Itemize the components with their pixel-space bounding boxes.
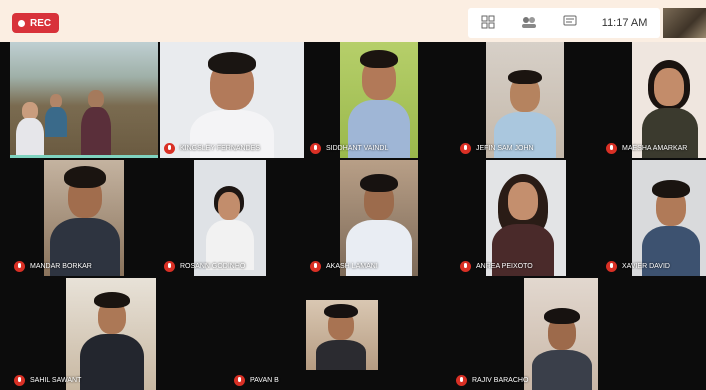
grid-icon[interactable] (481, 15, 495, 32)
muted-mic-icon (460, 261, 471, 272)
participant-tile[interactable]: ROSANN GODINHO (160, 160, 304, 276)
muted-mic-icon (606, 143, 617, 154)
muted-mic-icon (234, 375, 245, 386)
participant-name-label: PAVAN B (234, 375, 279, 386)
participant-tile[interactable]: MAESHA AMARKAR (602, 42, 706, 158)
participant-name-label: RAJIV BARACHO (456, 375, 528, 386)
muted-mic-icon (14, 261, 25, 272)
record-dot-icon (18, 19, 25, 27)
self-view-thumbnail[interactable] (663, 8, 706, 38)
muted-mic-icon (310, 143, 321, 154)
participant-name-label: XAVIER DAVID (606, 261, 670, 272)
participant-tile[interactable]: XAVIER DAVID (602, 160, 706, 276)
active-speaker-indicator (10, 155, 158, 158)
meeting-toolbar: 11:17 AM (468, 8, 660, 38)
participant-tile[interactable]: MANDAR BORKAR (10, 160, 158, 276)
participant-name-label: MAESHA AMARKAR (606, 143, 687, 154)
participant-tile[interactable]: ANREA PEIXOTO (456, 160, 600, 276)
muted-mic-icon (460, 143, 471, 154)
participants-icon[interactable] (520, 15, 538, 32)
muted-mic-icon (606, 261, 617, 272)
muted-mic-icon (164, 143, 175, 154)
participant-tile[interactable]: SIDDHANT VAINDL (306, 42, 454, 158)
muted-mic-icon (456, 375, 467, 386)
participant-name-label: SAHIL SAWANT (14, 375, 81, 386)
muted-mic-icon (14, 375, 25, 386)
recording-indicator: REC (12, 13, 60, 33)
participant-tile[interactable]: JEFIN SAM JOHN (456, 42, 600, 158)
participant-name-label: ROSANN GODINHO (164, 261, 245, 272)
participant-name-label: MANDAR BORKAR (14, 261, 92, 272)
muted-mic-icon (164, 261, 175, 272)
participant-name-label: SIDDHANT VAINDL (310, 143, 388, 154)
participant-tile[interactable]: RAJIV BARACHO (452, 278, 670, 390)
participant-name-label: ANREA PEIXOTO (460, 261, 533, 272)
participant-name-label: KINGSLEY FERNANDES (164, 143, 260, 154)
muted-mic-icon (310, 261, 321, 272)
participant-tile[interactable]: SAHIL SAWANT (10, 278, 158, 390)
recording-label: REC (30, 17, 52, 29)
participant-tile[interactable]: KINGSLEY FERNANDES (160, 42, 304, 158)
participant-name-label: JEFIN SAM JOHN (460, 143, 534, 154)
participant-tile-classroom[interactable] (10, 42, 158, 158)
participant-tile[interactable]: AKASH LAMANI (306, 160, 454, 276)
clock: 11:17 AM (601, 17, 648, 29)
participant-name-label: AKASH LAMANI (310, 261, 378, 272)
participant-tile[interactable]: PAVAN B (230, 278, 378, 390)
chat-icon[interactable] (563, 15, 577, 32)
